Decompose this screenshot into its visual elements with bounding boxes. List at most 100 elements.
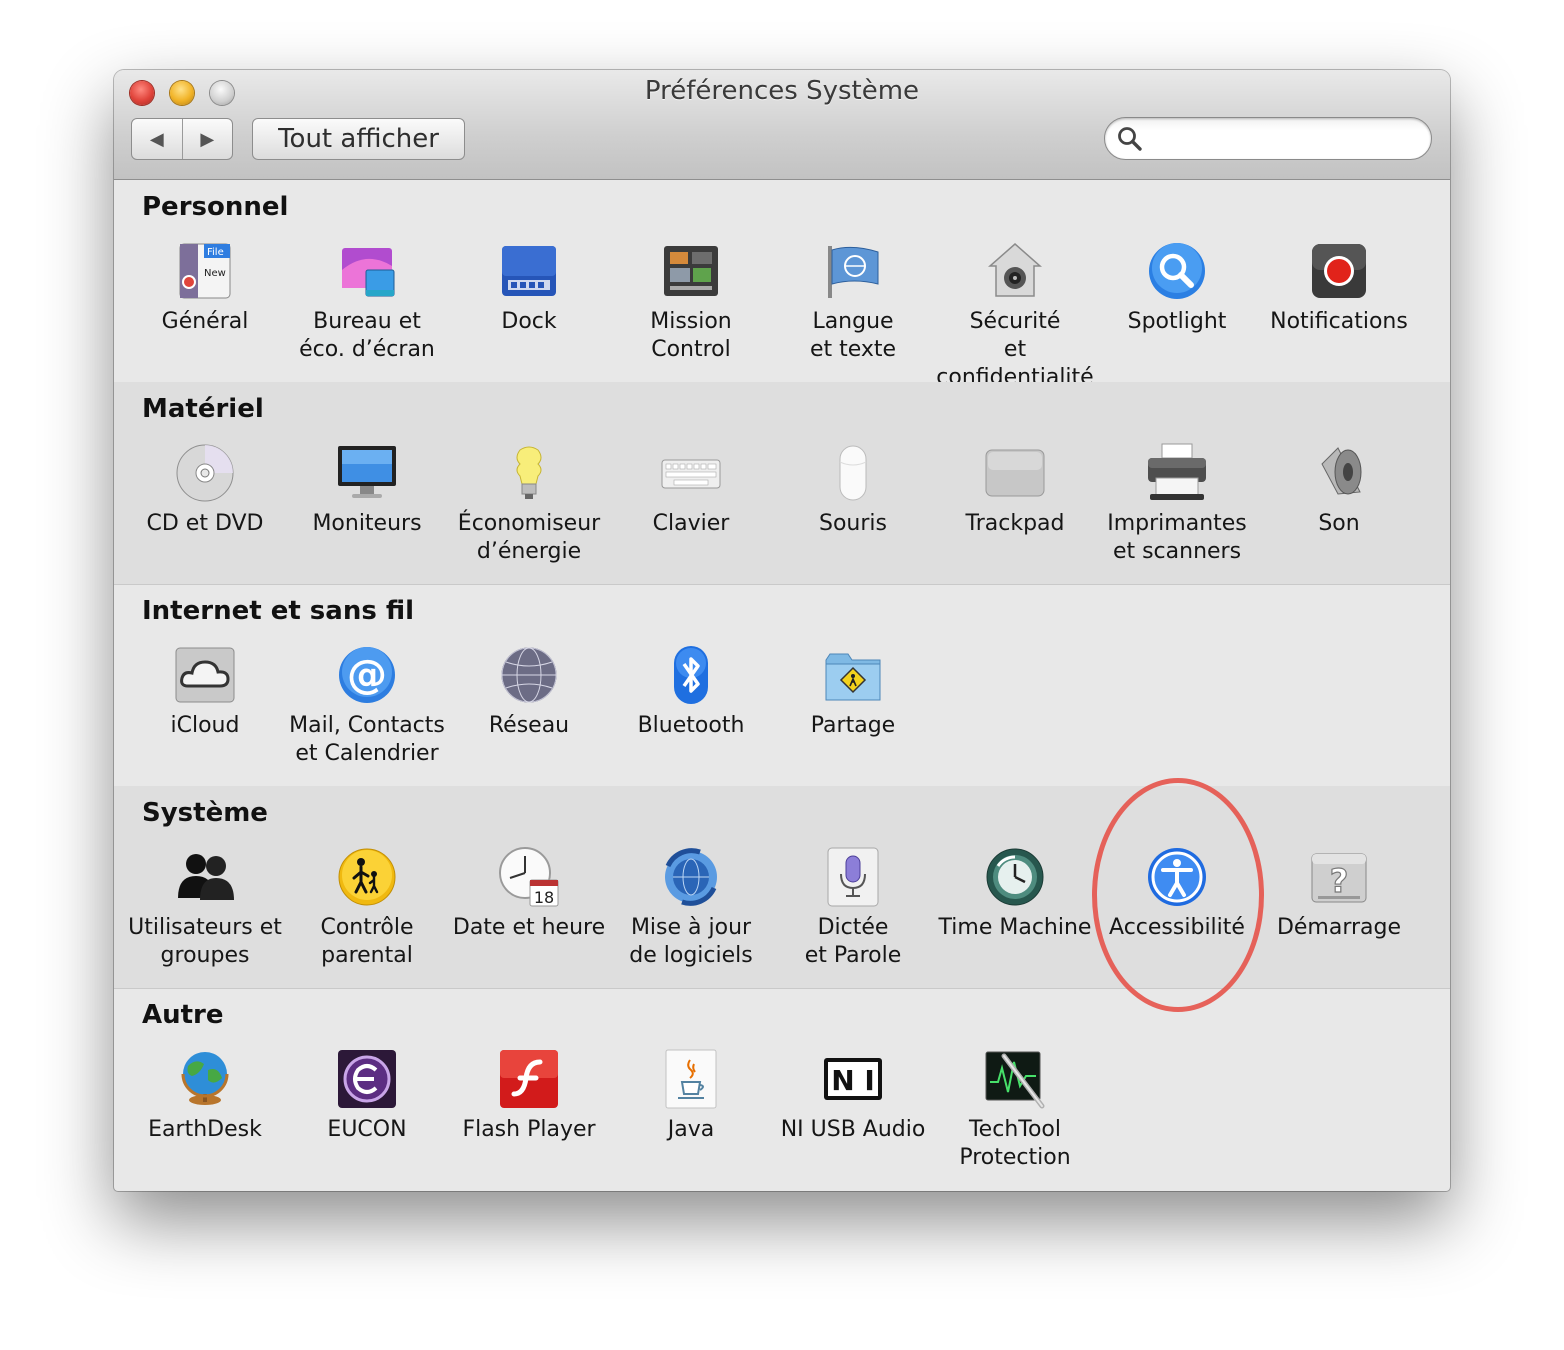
pref-pane-language-flag[interactable]: Langue et texte: [772, 240, 934, 378]
monitor-icon: [336, 442, 398, 504]
language-flag-icon: [822, 240, 884, 302]
pref-pane-label: Mail, Contacts et Calendrier: [289, 713, 445, 766]
accessibility-highlight-circle: [1092, 778, 1264, 1012]
window-title: Préférences Système: [644, 76, 920, 106]
pref-pane-time-machine[interactable]: Time Machine: [934, 846, 1096, 984]
pref-pane-mission-control[interactable]: Mission Control: [610, 240, 772, 378]
svg-text:N I: N I: [831, 1064, 875, 1097]
svg-text:?: ?: [1330, 862, 1349, 900]
pref-pane-label: iCloud: [170, 713, 240, 738]
pref-pane-label: Time Machine: [938, 915, 1092, 940]
pref-pane-network-globe[interactable]: Réseau: [448, 644, 610, 782]
bluetooth-icon: [660, 644, 722, 706]
pref-pane-earth-globe[interactable]: EarthDesk: [124, 1048, 286, 1186]
section-title: Système: [142, 798, 268, 828]
pref-pane-techtool[interactable]: TechTool Protection: [934, 1048, 1096, 1186]
techtool-icon: [984, 1048, 1046, 1110]
pref-pane-keyboard[interactable]: Clavier: [610, 442, 772, 580]
pref-pane-icloud[interactable]: iCloud: [124, 644, 286, 782]
pref-pane-label: Bluetooth: [637, 713, 745, 738]
search-icon: [1118, 127, 1142, 151]
pref-pane-general[interactable]: File New Général: [124, 240, 286, 378]
pref-pane-label: Bureau et éco. d’écran: [299, 309, 435, 362]
pref-pane-mail-at[interactable]: @ Mail, Contacts et Calendrier: [286, 644, 448, 782]
pref-section: Internet et sans fil iCloud @ Mail, Contact…: [114, 584, 1450, 787]
pref-pane-speaker[interactable]: Son: [1258, 442, 1420, 580]
pref-pane-label: Clavier: [652, 511, 730, 536]
printer-icon: [1146, 442, 1208, 504]
pref-pane-spotlight[interactable]: Spotlight: [1096, 240, 1258, 378]
pref-pane-label: EUCON: [327, 1117, 407, 1142]
search-input[interactable]: [1151, 124, 1415, 154]
pref-section: Matériel CD et DVD Moniteurs Économiseur d’…: [114, 382, 1450, 585]
pref-pane-sharing-folder[interactable]: Partage: [772, 644, 934, 782]
dock-icon: [498, 240, 560, 302]
pref-pane-label: Mission Control: [650, 309, 732, 362]
pref-pane-dock[interactable]: Dock: [448, 240, 610, 378]
pref-pane-label: Imprimantes et scanners: [1107, 511, 1247, 564]
pref-pane-label: Économiseur d’énergie: [457, 511, 601, 564]
pref-pane-software-update[interactable]: Mise à jour de logiciels: [610, 846, 772, 984]
startup-disk-icon: ?: [1308, 846, 1370, 908]
toolbar: Préférences Système ◀ ▶ Tout afficher: [114, 70, 1450, 180]
software-update-icon: [660, 846, 722, 908]
security-house-icon: [984, 240, 1046, 302]
pref-pane-mouse[interactable]: Souris: [772, 442, 934, 580]
pref-pane-flash[interactable]: Flash Player: [448, 1048, 610, 1186]
pref-pane-trackpad[interactable]: Trackpad: [934, 442, 1096, 580]
pref-pane-bluetooth[interactable]: Bluetooth: [610, 644, 772, 782]
pref-pane-label: Trackpad: [965, 511, 1065, 536]
spotlight-icon: [1146, 240, 1208, 302]
back-button[interactable]: ◀: [132, 119, 183, 159]
pref-pane-clock-calendar[interactable]: 18 Date et heure: [448, 846, 610, 984]
section-title: Autre: [142, 1000, 224, 1030]
pref-pane-label: Date et heure: [452, 915, 606, 940]
pref-pane-users[interactable]: Utilisateurs et groupes: [124, 846, 286, 984]
ni-logo-icon: N I: [822, 1048, 884, 1110]
section-title: Internet et sans fil: [142, 596, 415, 626]
pref-pane-label: Contrôle parental: [320, 915, 414, 968]
microphone-icon: [822, 846, 884, 908]
notifications-icon: [1308, 240, 1370, 302]
pref-pane-cd-dvd[interactable]: CD et DVD: [124, 442, 286, 580]
pref-pane-desktop-screensaver[interactable]: Bureau et éco. d’écran: [286, 240, 448, 378]
pref-pane-printer[interactable]: Imprimantes et scanners: [1096, 442, 1258, 580]
pref-pane-ni-logo[interactable]: N I NI USB Audio: [772, 1048, 934, 1186]
pref-pane-monitor[interactable]: Moniteurs: [286, 442, 448, 580]
eucon-icon: [336, 1048, 398, 1110]
svg-text:File: File: [207, 247, 224, 258]
users-icon: [174, 846, 236, 908]
pref-pane-startup-disk[interactable]: ? Démarrage: [1258, 846, 1420, 984]
pref-pane-microphone[interactable]: Dictée et Parole: [772, 846, 934, 984]
pref-pane-notifications[interactable]: Notifications: [1258, 240, 1420, 378]
speaker-icon: [1308, 442, 1370, 504]
show-all-button[interactable]: Tout afficher: [252, 118, 465, 160]
pref-pane-label: Partage: [810, 713, 896, 738]
keyboard-icon: [660, 442, 722, 504]
pref-pane-label: Moniteurs: [312, 511, 422, 536]
sharing-folder-icon: [822, 644, 884, 706]
pref-pane-label: Souris: [819, 511, 887, 536]
svg-text:18: 18: [534, 888, 554, 907]
pref-section: Personnel File New Général Bureau et éco. d’…: [114, 180, 1450, 390]
pref-pane-label: CD et DVD: [146, 511, 264, 536]
pref-pane-eucon[interactable]: EUCON: [286, 1048, 448, 1186]
pref-section: Autre EarthDesk EUCON Flash Player Java N I NI…: [114, 988, 1450, 1190]
pref-pane-java-cup[interactable]: Java: [610, 1048, 772, 1186]
search-field[interactable]: [1104, 117, 1432, 160]
pref-pane-security-house[interactable]: Sécurité et confidentialité: [934, 240, 1096, 390]
pref-pane-energy-bulb[interactable]: Économiseur d’énergie: [448, 442, 610, 580]
energy-bulb-icon: [498, 442, 560, 504]
forward-button[interactable]: ▶: [183, 119, 233, 159]
pref-pane-label: Notifications: [1270, 309, 1408, 334]
pref-pane-label: Flash Player: [462, 1117, 596, 1142]
pref-pane-label: Spotlight: [1127, 309, 1227, 334]
desktop-screensaver-icon: [336, 240, 398, 302]
navigation-buttons: ◀ ▶: [131, 118, 233, 160]
section-title: Personnel: [142, 192, 289, 222]
pref-pane-label: Utilisateurs et groupes: [128, 915, 282, 968]
icloud-icon: [174, 644, 236, 706]
pref-pane-label: TechTool Protection: [959, 1117, 1071, 1170]
pref-pane-parental-controls[interactable]: Contrôle parental: [286, 846, 448, 984]
general-icon: File New: [174, 240, 236, 302]
